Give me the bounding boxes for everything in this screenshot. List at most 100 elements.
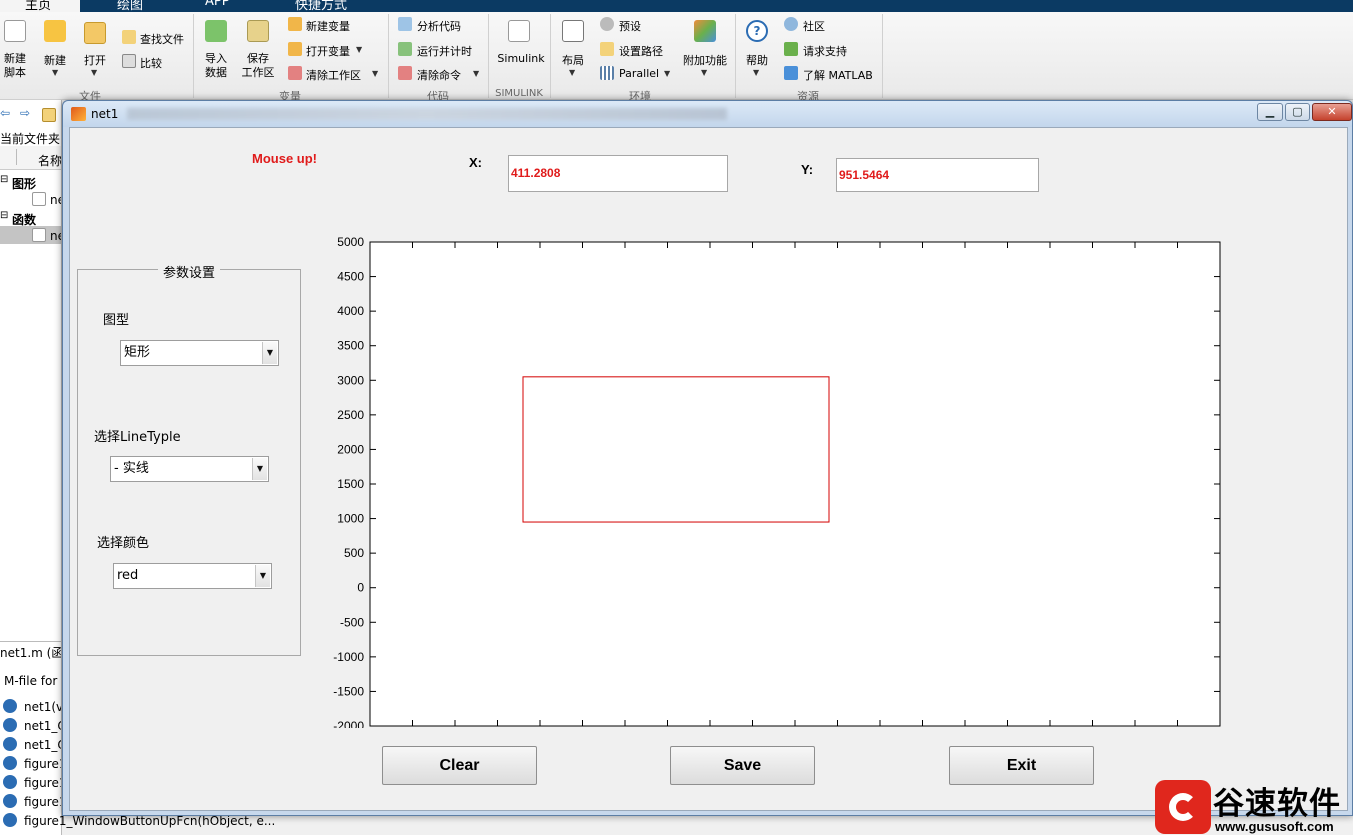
set-path-icon: [600, 42, 614, 56]
forward-arrow-icon[interactable]: ⇨: [20, 106, 30, 120]
watermark: 谷速软件 www.gususoft.com: [1155, 778, 1353, 835]
open-variable-dropdown-icon[interactable]: ▼: [356, 45, 362, 54]
addons-dropdown-icon[interactable]: ▼: [701, 68, 707, 77]
clear-workspace-dropdown-icon[interactable]: ▼: [372, 69, 378, 78]
current-folder-title: 当前文件夹: [0, 132, 61, 146]
collapse-icon[interactable]: ⊟: [0, 174, 8, 185]
minimize-button[interactable]: ▁: [1257, 103, 1283, 121]
folder-up-icon[interactable]: [42, 108, 56, 122]
parallel-dropdown-icon[interactable]: ▼: [664, 69, 670, 78]
group-divider: [882, 14, 883, 98]
collapse-icon[interactable]: ⊟: [0, 210, 8, 221]
open-button[interactable]: 打开: [80, 52, 110, 68]
function-icon: [3, 775, 17, 789]
group-divider: [550, 14, 551, 98]
community-icon: [784, 17, 798, 31]
exit-button[interactable]: Exit: [949, 746, 1094, 785]
y-tick-label: -500: [340, 615, 364, 629]
figure-file-icon: [32, 192, 46, 206]
group-divider: [388, 14, 389, 98]
run-and-time-icon: [398, 42, 412, 56]
watermark-url: www.gususoft.com: [1215, 819, 1334, 834]
group-divider: [193, 14, 194, 98]
open-dropdown-icon[interactable]: ▼: [91, 68, 97, 77]
preferences-button[interactable]: 预设: [619, 18, 641, 34]
parallel-icon: [600, 66, 614, 80]
set-path-button[interactable]: 设置路径: [619, 43, 663, 59]
current-folder-pane: ⇦ ⇨ 当前文件夹 名称 ⊟ 图形 ne ⊟ 函数 ne net1.m (函 M…: [0, 100, 62, 835]
simulink-button[interactable]: Simulink: [494, 52, 548, 65]
function-item[interactable]: net1(va: [24, 700, 61, 714]
run-and-time-button[interactable]: 运行并计时: [417, 43, 472, 59]
addons-button[interactable]: 附加功能: [680, 52, 730, 68]
layout-button[interactable]: 布局: [558, 52, 588, 68]
matlab-ribbon: 新建 脚本 新建 ▼ 打开 ▼ 查找文件 比较 文件 导入 数据 保存 工作区 …: [0, 12, 1353, 103]
plot-axes[interactable]: -5000-4500-4000-3500-3000-2500-2000-1500…: [70, 128, 1349, 728]
file-item[interactable]: ne: [50, 229, 61, 243]
column-divider: [16, 149, 17, 165]
layout-icon: [562, 20, 584, 42]
community-link[interactable]: 社区: [803, 18, 825, 34]
back-arrow-icon[interactable]: ⇦: [0, 106, 10, 120]
figure-content: Mouse up! X: 411.2808 Y: 951.5464 参数设置 图…: [69, 127, 1348, 811]
y-tick-label: 3000: [337, 373, 364, 387]
y-tick-label: 4500: [337, 270, 364, 284]
simulink-icon: [508, 20, 530, 42]
function-item[interactable]: figure1: [24, 776, 61, 790]
function-icon: [3, 699, 17, 713]
help-dropdown-icon[interactable]: ▼: [753, 68, 759, 77]
function-icon: [3, 737, 17, 751]
group-simulink-label: SIMULINK: [495, 88, 543, 99]
clear-commands-button[interactable]: 清除命令: [417, 67, 461, 83]
details-file-name: net1.m (函: [0, 646, 62, 660]
import-data-button[interactable]: 导入 数据: [201, 52, 231, 80]
name-column-header[interactable]: 名称: [38, 152, 61, 169]
new-variable-button[interactable]: 新建变量: [306, 18, 350, 34]
function-item[interactable]: figure1: [24, 757, 61, 771]
new-script-button[interactable]: 新建 脚本: [0, 52, 30, 80]
function-item[interactable]: figure1: [24, 795, 61, 809]
request-support-link[interactable]: 请求支持: [803, 43, 847, 59]
clear-commands-dropdown-icon[interactable]: ▼: [473, 69, 479, 78]
plot-area: [369, 241, 1221, 727]
open-variable-button[interactable]: 打开变量: [306, 43, 350, 59]
figure-title: net1: [91, 107, 119, 121]
new-icon: [44, 20, 66, 42]
compare-icon: [122, 54, 136, 68]
watermark-text: 谷速软件: [1213, 786, 1341, 822]
y-tick-label: 500: [344, 546, 364, 560]
clear-button[interactable]: Clear: [382, 746, 537, 785]
function-item[interactable]: net1_O: [24, 719, 61, 733]
maximize-button[interactable]: ▢: [1285, 103, 1310, 121]
y-tick-label: 2500: [337, 408, 364, 422]
figure-window: net1 ▁ ▢ ✕ Mouse up! X: 411.2808 Y: 951.…: [62, 100, 1353, 816]
file-item[interactable]: ne: [50, 193, 61, 207]
y-tick-label: 2000: [337, 442, 364, 456]
close-button[interactable]: ✕: [1312, 103, 1352, 121]
analyze-code-button[interactable]: 分析代码: [417, 18, 461, 34]
help-button[interactable]: 帮助: [742, 52, 772, 68]
clear-workspace-button[interactable]: 清除工作区: [306, 67, 361, 83]
y-tick-label: 3500: [337, 339, 364, 353]
layout-dropdown-icon[interactable]: ▼: [569, 68, 575, 77]
y-tick-label: 1000: [337, 512, 364, 526]
function-item[interactable]: net1_O: [24, 738, 61, 752]
save-workspace-button[interactable]: 保存 工作区: [240, 52, 276, 80]
function-item[interactable]: figure1_WindowButtonUpFcn(hObject, e...: [24, 814, 275, 828]
function-icon: [3, 813, 17, 827]
find-files-button[interactable]: 查找文件: [140, 31, 184, 47]
new-button[interactable]: 新建: [40, 52, 70, 68]
group-divider: [488, 14, 489, 98]
group-figures-label: 图形: [12, 177, 37, 191]
figure-title-bar[interactable]: net1 ▁ ▢ ✕: [63, 101, 1352, 127]
request-support-icon: [784, 42, 798, 56]
compare-button[interactable]: 比较: [140, 55, 162, 71]
details-description: M-file for: [4, 674, 58, 688]
import-data-icon: [205, 20, 227, 42]
learn-matlab-link[interactable]: 了解 MATLAB: [803, 67, 873, 83]
new-dropdown-icon[interactable]: ▼: [52, 68, 58, 77]
open-folder-icon: [84, 22, 106, 44]
tab-apps[interactable]: APP: [205, 0, 230, 9]
save-button[interactable]: Save: [670, 746, 815, 785]
parallel-button[interactable]: Parallel: [619, 67, 659, 80]
